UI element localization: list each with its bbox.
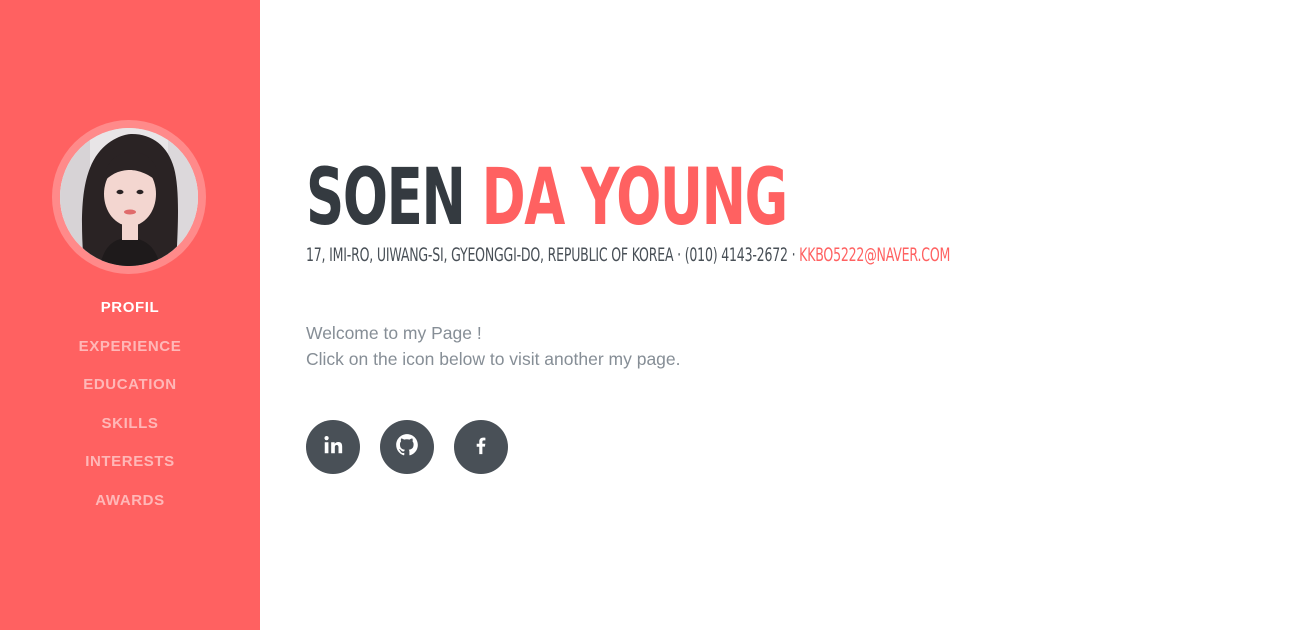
sidebar-nav: PROFIL EXPERIENCE EDUCATION SKILLS INTER… <box>0 297 260 529</box>
github-button[interactable] <box>380 420 434 474</box>
nav-item-awards[interactable]: AWARDS <box>95 492 164 509</box>
nav-item-education[interactable]: EDUCATION <box>83 376 176 393</box>
profile-section: SOEN DA YOUNG 17, IMI-RO, UIWANG-SI, GYE… <box>306 150 1246 474</box>
social-icons <box>306 420 508 474</box>
address: 17, IMI-RO, UIWANG-SI, GYEONGGI-DO, REPU… <box>306 244 674 266</box>
nav-item-profil[interactable]: PROFIL <box>101 299 160 316</box>
separator: · <box>673 244 685 266</box>
linkedin-icon <box>322 434 344 461</box>
facebook-icon <box>470 434 492 461</box>
avatar[interactable] <box>60 128 198 266</box>
email-link[interactable]: KKBO5222@NAVER.COM <box>799 244 950 266</box>
sidebar: PROFIL EXPERIENCE EDUCATION SKILLS INTER… <box>0 0 260 630</box>
last-name: DA YOUNG <box>481 153 789 243</box>
nav-item-skills[interactable]: SKILLS <box>102 415 159 432</box>
welcome-text: Welcome to my Page ! Click on the icon b… <box>306 320 1246 372</box>
welcome-line-2: Click on the icon below to visit another… <box>306 349 681 369</box>
avatar-photo <box>60 128 198 266</box>
linkedin-button[interactable] <box>306 420 360 474</box>
nav-item-experience[interactable]: EXPERIENCE <box>79 338 182 355</box>
separator: · <box>787 244 800 266</box>
contact-line: 17, IMI-RO, UIWANG-SI, GYEONGGI-DO, REPU… <box>306 240 950 270</box>
facebook-button[interactable] <box>454 420 508 474</box>
nav-item-interests[interactable]: INTERESTS <box>85 453 175 470</box>
page-title: SOEN DA YOUNG <box>306 150 945 246</box>
avatar-ring <box>52 120 206 274</box>
welcome-line-1: Welcome to my Page ! <box>306 323 482 343</box>
first-name: SOEN <box>306 153 466 243</box>
phone: (010) 4143-2672 <box>684 244 788 266</box>
github-icon <box>394 432 420 463</box>
